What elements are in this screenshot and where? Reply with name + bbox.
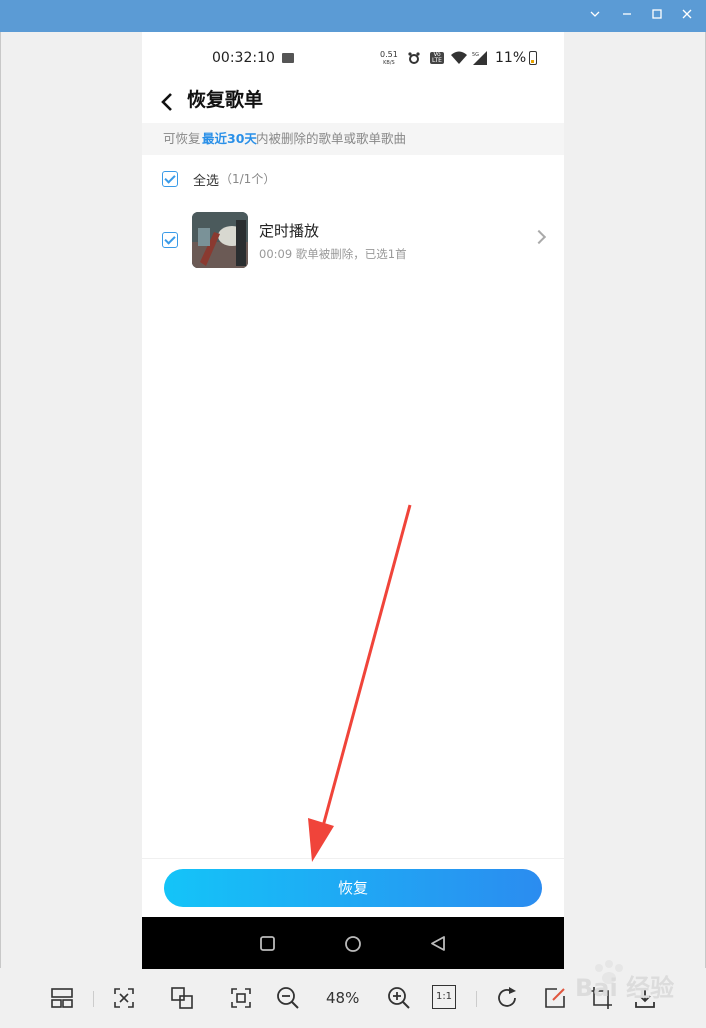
zoom-out-icon[interactable]	[275, 985, 301, 1011]
page-title: 恢复歌单	[187, 89, 264, 111]
minimize-icon[interactable]	[616, 5, 638, 27]
fit-screen-icon[interactable]	[111, 985, 137, 1011]
close-icon[interactable]	[676, 5, 698, 27]
battery-percent: 11%	[495, 50, 527, 66]
zoom-in-icon[interactable]	[386, 985, 412, 1011]
battery-icon	[529, 51, 537, 65]
restore-button[interactable]: 恢复	[164, 869, 542, 907]
toolbar-divider	[93, 991, 94, 1007]
status-time: 00:32:10	[212, 50, 275, 66]
network-label: 5G	[472, 52, 479, 58]
maximize-icon[interactable]	[646, 5, 668, 27]
layout-icon[interactable]	[49, 985, 75, 1011]
item-title: 定时播放	[259, 222, 320, 240]
item-subtitle: 00:09 歌单被删除，已选1首	[259, 247, 407, 261]
alarm-icon	[408, 52, 420, 64]
notice-highlight: 最近30天	[202, 131, 257, 146]
toolbar-divider	[476, 991, 477, 1007]
actual-size-button[interactable]: 1:1	[432, 985, 456, 1009]
page-header: 恢复歌单	[142, 82, 564, 122]
back-nav-icon[interactable]	[430, 935, 446, 952]
select-all-label: 全选	[193, 174, 220, 189]
edit-icon[interactable]	[542, 985, 568, 1011]
volte-badge: Vo LTE	[430, 52, 444, 64]
image-notification-icon	[282, 53, 294, 63]
notice-prefix: 可恢复	[163, 131, 201, 146]
watermark-text: Bai 经验	[575, 974, 675, 1002]
select-all-row[interactable]: 全选 （1/1个）	[142, 164, 564, 194]
notice-suffix: 内被删除的歌单或歌单歌曲	[256, 131, 407, 146]
recent-apps-icon[interactable]	[259, 935, 276, 952]
select-all-count: （1/1个）	[220, 172, 276, 186]
zoom-level: 48%	[326, 989, 360, 1007]
restore-notice: 可恢复 最近30天 内被删除的歌单或歌单歌曲	[142, 123, 564, 155]
bottom-action-area: 恢复	[142, 858, 564, 917]
signal-icon: 5G	[472, 51, 487, 65]
net-speed-value: 0.51	[380, 50, 398, 59]
phone-screen: 00:32:10 0.51 KB/S Vo LTE 5G 11% 恢复歌单 可恢…	[142, 32, 564, 969]
translate-icon[interactable]	[169, 985, 195, 1011]
back-arrow-icon[interactable]	[156, 88, 180, 116]
window-titlebar	[0, 0, 706, 32]
list-item[interactable]: 定时播放 00:09 歌单被删除，已选1首	[142, 208, 564, 272]
net-speed: 0.51 KB/S	[380, 51, 398, 67]
status-bar: 00:32:10 0.51 KB/S Vo LTE 5G 11%	[142, 32, 564, 82]
chevron-right-icon	[531, 229, 547, 245]
playlist-cover	[192, 212, 248, 268]
select-all-checkbox[interactable]	[162, 171, 178, 187]
item-checkbox[interactable]	[162, 232, 178, 248]
android-nav-bar	[142, 917, 564, 969]
actual-frame-icon[interactable]	[228, 985, 254, 1011]
chevron-down-icon[interactable]	[584, 5, 606, 27]
home-icon[interactable]	[344, 935, 362, 953]
net-speed-unit: KB/S	[383, 60, 395, 66]
wifi-icon	[451, 51, 467, 64]
rotate-icon[interactable]	[494, 985, 520, 1011]
